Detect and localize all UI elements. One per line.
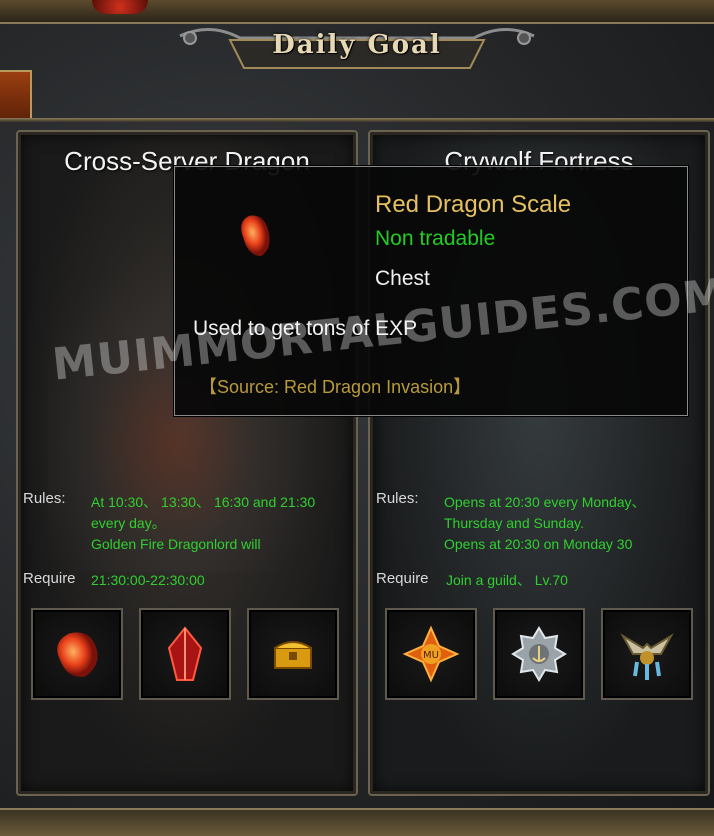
bottom-border [0, 808, 714, 836]
rules-line: At 10:30、 13:30、 16:30 and 21:30 [91, 494, 316, 510]
reward-slot[interactable] [247, 608, 339, 700]
rules-text: At 10:30、 13:30、 16:30 and 21:30 every d… [91, 492, 315, 555]
rules-line: Opens at 20:30 every Monday、 [444, 494, 646, 510]
reward-slot[interactable]: MU [385, 608, 477, 700]
page-title: Daily Goal [272, 30, 442, 60]
item-type: Chest [375, 267, 430, 290]
ruby-ornament [92, 0, 148, 14]
require-label: Require [23, 570, 76, 587]
require-value: 21:30:00-22:30:00 [91, 572, 205, 588]
rules-label: Rules: [23, 490, 66, 507]
svg-text:MU: MU [423, 650, 439, 661]
golden-chest-icon [274, 641, 312, 669]
title-plate: Daily Goal [170, 18, 544, 76]
red-dragon-scale-icon [241, 215, 270, 257]
reward-slot[interactable] [601, 608, 693, 700]
rules-line: Thursday and Sunday. [444, 515, 584, 531]
header-divider [0, 118, 714, 122]
reward-slot[interactable] [493, 608, 585, 700]
mu-emblem-icon: MU [402, 625, 460, 683]
winged-crest-icon [620, 633, 674, 680]
rules-line: every day。 [91, 515, 166, 531]
require-value: Join a guild、 Lv.70 [446, 572, 568, 588]
red-dragon-scale-icon [57, 632, 98, 677]
rules-label: Rules: [376, 490, 419, 507]
rules-line: Golden Fire Dragonlord will [91, 536, 261, 552]
rules-text: Opens at 20:30 every Monday、 Thursday an… [444, 492, 646, 555]
daily-goal-window: Daily Goal Cross-Server Dragon Rules: At… [0, 0, 714, 836]
item-source: 【Source: Red Dragon Invasion】 [199, 377, 472, 397]
item-tradable-status: Non tradable [375, 227, 496, 250]
red-crystal-icon [167, 626, 203, 681]
reward-slot[interactable] [139, 608, 231, 700]
reward-slot[interactable] [31, 608, 123, 700]
item-name: Red Dragon Scale [375, 191, 572, 218]
side-tab[interactable] [0, 70, 32, 122]
require-label: Require [376, 570, 429, 587]
rules-line: Opens at 20:30 on Monday 30 [444, 536, 633, 552]
silver-anchor-medal-icon [511, 626, 567, 682]
